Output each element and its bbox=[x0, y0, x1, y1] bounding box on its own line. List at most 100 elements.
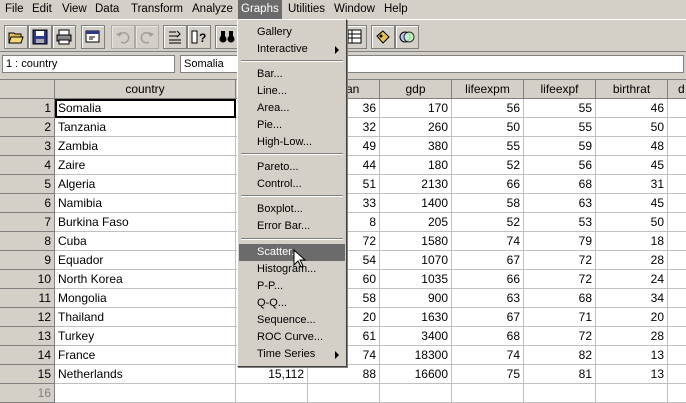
cell-partial[interactable] bbox=[668, 156, 686, 175]
cell-lifeexpf[interactable]: 55 bbox=[524, 99, 596, 118]
cell-lifeexpf[interactable]: 68 bbox=[524, 289, 596, 308]
menu-file[interactable]: File bbox=[2, 0, 27, 19]
cell-birthrat[interactable]: 48 bbox=[596, 137, 668, 156]
column-header-lifeexpm[interactable]: lifeexpm bbox=[452, 80, 524, 99]
row-header[interactable]: 4 bbox=[0, 156, 55, 175]
menu-utilities[interactable]: Utilities bbox=[285, 0, 328, 19]
cell-lifeexpm[interactable]: 68 bbox=[452, 327, 524, 346]
cell-lifeexpm[interactable]: 55 bbox=[452, 137, 524, 156]
cell-gdp[interactable] bbox=[380, 384, 452, 403]
cell-lifeexpm[interactable] bbox=[452, 384, 524, 403]
cell-lifeexpm[interactable]: 66 bbox=[452, 175, 524, 194]
cell-gdp[interactable]: 380 bbox=[380, 137, 452, 156]
row-header[interactable]: 10 bbox=[0, 270, 55, 289]
cell-lifeexpm[interactable]: 66 bbox=[452, 270, 524, 289]
cell-partial[interactable] bbox=[668, 365, 686, 384]
graphs-menu-item-roccurve[interactable]: ROC Curve... bbox=[239, 329, 345, 346]
column-header-lifeexpf[interactable]: lifeexpf bbox=[524, 80, 596, 99]
cell-gdp[interactable]: 1580 bbox=[380, 232, 452, 251]
cell-birthrat[interactable]: 31 bbox=[596, 175, 668, 194]
column-header-birthrat[interactable]: birthrat bbox=[596, 80, 668, 99]
cell-pop[interactable]: 15,112 bbox=[236, 365, 308, 384]
cell-partial[interactable] bbox=[668, 384, 686, 403]
menu-window[interactable]: Window bbox=[331, 0, 378, 19]
row-header[interactable]: 13 bbox=[0, 327, 55, 346]
column-header-gdp[interactable]: gdp bbox=[380, 80, 452, 99]
cell-birthrat[interactable]: 50 bbox=[596, 118, 668, 137]
cell-lifeexpf[interactable]: 71 bbox=[524, 308, 596, 327]
graphs-menu-item-control[interactable]: Control... bbox=[239, 176, 345, 193]
row-header[interactable]: 6 bbox=[0, 194, 55, 213]
row-header[interactable]: 2 bbox=[0, 118, 55, 137]
dialog-recall-button[interactable] bbox=[81, 25, 105, 49]
variables-button[interactable]: ? bbox=[187, 25, 211, 49]
menu-transform[interactable]: Transform bbox=[128, 0, 186, 19]
graphs-menu-item-interactive[interactable]: Interactive bbox=[239, 41, 345, 58]
corner-header[interactable] bbox=[0, 80, 55, 99]
find-button[interactable] bbox=[215, 25, 239, 49]
goto-case-button[interactable] bbox=[163, 25, 187, 49]
cell-gdp[interactable]: 2130 bbox=[380, 175, 452, 194]
cell-gdp[interactable]: 1630 bbox=[380, 308, 452, 327]
cell-birthrat[interactable]: 34 bbox=[596, 289, 668, 308]
cell-country[interactable]: Netherlands bbox=[55, 365, 236, 384]
cell-gdp[interactable]: 1035 bbox=[380, 270, 452, 289]
redo-button[interactable] bbox=[135, 25, 159, 49]
row-header[interactable]: 8 bbox=[0, 232, 55, 251]
cell-gdp[interactable]: 18300 bbox=[380, 346, 452, 365]
cell-birthrat[interactable]: 50 bbox=[596, 213, 668, 232]
cell-birthrat[interactable]: 18 bbox=[596, 232, 668, 251]
graphs-menu-item-pp[interactable]: P-P... bbox=[239, 278, 345, 295]
graphs-menu-item-gallery[interactable]: Gallery bbox=[239, 24, 345, 41]
cell-gdp[interactable]: 205 bbox=[380, 213, 452, 232]
graphs-menu-item-line[interactable]: Line... bbox=[239, 83, 345, 100]
cell-partial[interactable] bbox=[668, 346, 686, 365]
cell-country[interactable]: Cuba bbox=[55, 232, 236, 251]
cell-lifeexpf[interactable]: 59 bbox=[524, 137, 596, 156]
column-header-country[interactable]: country bbox=[55, 80, 236, 99]
graphs-menu-item-timeseries[interactable]: Time Series bbox=[239, 346, 345, 363]
row-header[interactable]: 1 bbox=[0, 99, 55, 118]
graphs-menu-item-area[interactable]: Area... bbox=[239, 100, 345, 117]
cell-lifeexpm[interactable]: 67 bbox=[452, 251, 524, 270]
cell-gdp[interactable]: 170 bbox=[380, 99, 452, 118]
cell-partial[interactable] bbox=[668, 175, 686, 194]
graphs-menu-item-qq[interactable]: Q-Q... bbox=[239, 295, 345, 312]
graphs-menu-item-scatter[interactable]: Scatter... bbox=[239, 244, 345, 261]
menu-analyze[interactable]: Analyze bbox=[189, 0, 236, 19]
graphs-menu-item-histogram[interactable]: Histogram... bbox=[239, 261, 345, 278]
cell-partial[interactable] bbox=[668, 327, 686, 346]
cell-lifeexpm[interactable]: 58 bbox=[452, 194, 524, 213]
cell-partial[interactable] bbox=[668, 137, 686, 156]
graphs-menu-item-pie[interactable]: Pie... bbox=[239, 117, 345, 134]
row-header[interactable]: 15 bbox=[0, 365, 55, 384]
cell-birthrat[interactable]: 46 bbox=[596, 99, 668, 118]
cell-country[interactable]: Tanzania bbox=[55, 118, 236, 137]
graphs-menu-item-highlow[interactable]: High-Low... bbox=[239, 134, 345, 151]
cell-lifeexpm[interactable]: 50 bbox=[452, 118, 524, 137]
cell-lifeexpm[interactable]: 75 bbox=[452, 365, 524, 384]
row-header[interactable]: 14 bbox=[0, 346, 55, 365]
cell-lifeexpf[interactable]: 81 bbox=[524, 365, 596, 384]
cell-birthrat[interactable]: 28 bbox=[596, 251, 668, 270]
cell-country[interactable]: Algeria bbox=[55, 175, 236, 194]
cell-gdp[interactable]: 3400 bbox=[380, 327, 452, 346]
cell-partial[interactable] bbox=[668, 118, 686, 137]
row-header[interactable]: 3 bbox=[0, 137, 55, 156]
cell-lifeexpm[interactable]: 74 bbox=[452, 232, 524, 251]
cell-birthrat[interactable] bbox=[596, 384, 668, 403]
cell-gdp[interactable]: 1070 bbox=[380, 251, 452, 270]
cell-partial[interactable] bbox=[668, 194, 686, 213]
cell-birthrat[interactable]: 13 bbox=[596, 365, 668, 384]
cell-birthrat[interactable]: 20 bbox=[596, 308, 668, 327]
cell-gdp[interactable]: 16600 bbox=[380, 365, 452, 384]
cell-lifeexpm[interactable]: 52 bbox=[452, 156, 524, 175]
cell-lifeexpm[interactable]: 63 bbox=[452, 289, 524, 308]
cell-birthrat[interactable]: 24 bbox=[596, 270, 668, 289]
menu-data[interactable]: Data bbox=[92, 0, 122, 19]
cell-gdp[interactable]: 260 bbox=[380, 118, 452, 137]
graphs-menu-item-sequence[interactable]: Sequence... bbox=[239, 312, 345, 329]
cell-partial[interactable] bbox=[668, 270, 686, 289]
menu-graphs[interactable]: Graphs bbox=[238, 0, 282, 19]
row-header[interactable]: 16 bbox=[0, 384, 55, 403]
